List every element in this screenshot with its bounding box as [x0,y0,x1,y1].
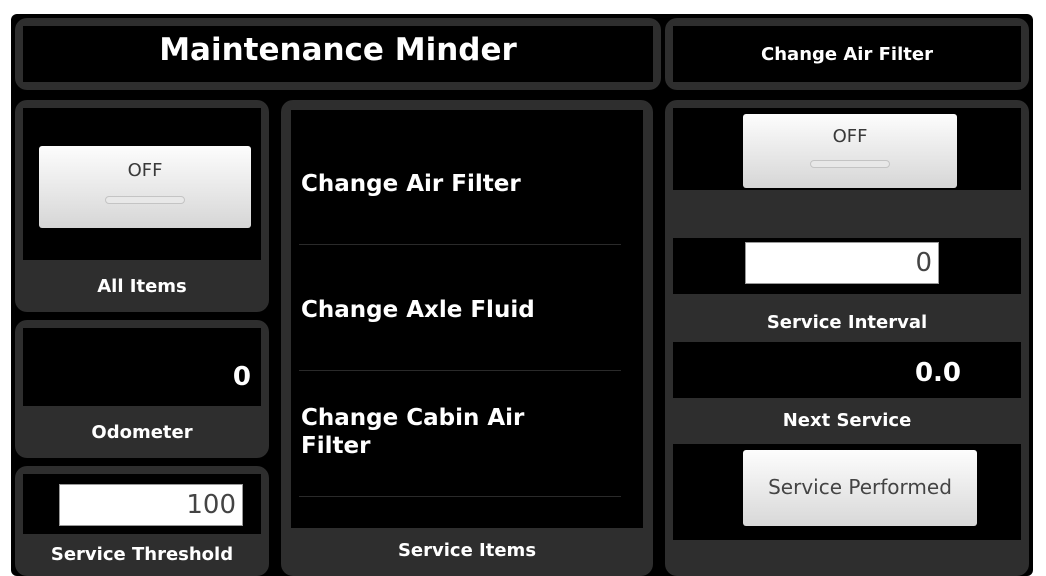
service-threshold-input[interactable]: 100 [59,484,243,526]
list-divider [299,370,621,371]
odometer-label: Odometer [91,422,193,443]
list-item[interactable]: Change Axle Fluid [301,296,621,324]
all-items-panel: OFF All Items [15,100,269,312]
service-threshold-label: Service Threshold [50,544,234,565]
list-divider [299,244,621,245]
selected-item-title: Change Air Filter [761,44,933,65]
next-service-label: Next Service [782,410,912,431]
service-performed-button[interactable]: Service Performed [743,450,977,526]
service-interval-input[interactable]: 0 [745,242,939,284]
screenshot-frame: Maintenance Minder Change Air Filter OFF… [0,0,1046,576]
list-item[interactable]: Change Air Filter [301,170,621,198]
all-items-toggle[interactable]: OFF [39,146,251,228]
all-items-toggle-label: OFF [127,160,163,181]
selected-item-panel: Change Air Filter [665,18,1029,90]
odometer-value: 0 [232,362,251,392]
all-items-label: All Items [97,276,187,297]
service-interval-label: Service Interval [766,312,928,333]
detail-panel: OFF 0 Service Interval 0.0 Next Service … [665,100,1029,576]
service-threshold-panel: 100 Service Threshold [15,466,269,576]
page-title: Maintenance Minder [159,32,517,68]
app-window: Maintenance Minder Change Air Filter OFF… [11,14,1033,576]
service-items-panel: Change Air Filter Change Axle Fluid Chan… [281,100,653,576]
detail-toggle[interactable]: OFF [743,114,957,188]
list-divider [299,496,621,497]
odometer-panel: 0 Odometer [15,320,269,458]
toggle-indicator [810,160,890,168]
list-item[interactable]: Change Cabin Air Filter [301,404,571,460]
service-items-label: Service Items [397,540,537,561]
detail-toggle-label: OFF [832,126,868,147]
toggle-indicator [105,196,185,204]
title-panel: Maintenance Minder [15,18,661,90]
next-service-value: 0.0 [914,358,961,388]
